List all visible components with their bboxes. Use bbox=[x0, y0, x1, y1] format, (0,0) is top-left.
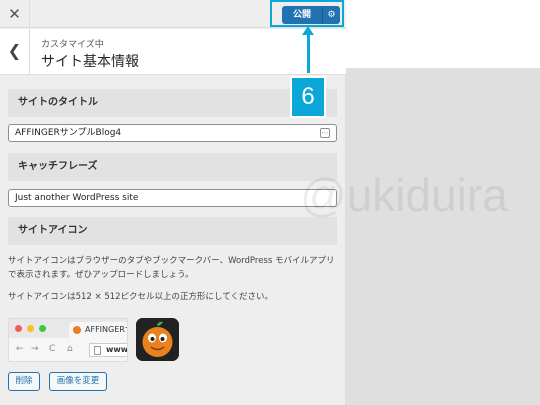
breadcrumb: カスタマイズ中 bbox=[41, 40, 104, 50]
close-icon[interactable]: ✕ bbox=[0, 0, 30, 28]
site-title-input[interactable]: AFFINGERサンプルBlog4 ⋯ bbox=[8, 124, 337, 142]
window-minimize-dot bbox=[27, 325, 34, 332]
watermark: @ukiduira bbox=[300, 169, 508, 221]
section-title: サイト基本情報 bbox=[41, 54, 139, 70]
site-icon-label: サイトアイコン bbox=[8, 217, 337, 245]
annotation-step-badge: 6 bbox=[290, 76, 326, 118]
publish-highlight: 公開 ⚙ bbox=[270, 0, 344, 27]
publish-button[interactable]: 公開 bbox=[282, 6, 322, 24]
change-image-button[interactable]: 画像を変更 bbox=[49, 372, 107, 391]
browser-tab-preview: AFFINGERサ ← → C ⌂ www. bbox=[8, 318, 128, 362]
preview-url: www. bbox=[106, 345, 128, 354]
site-icon-description: サイトアイコンはブラウザーのタブやブックマークバー、WordPress モバイル… bbox=[8, 256, 335, 280]
preview-browser-toolbar: ← → C ⌂ www. bbox=[9, 338, 128, 361]
favicon-icon bbox=[73, 326, 81, 334]
tagline-value: Just another WordPress site bbox=[15, 193, 139, 203]
customizer-panel: ✕ ❮ カスタマイズ中 サイト基本情報 サイトのタイトル AFFINGERサンプ… bbox=[0, 0, 346, 405]
preview-url-bar: www. bbox=[89, 343, 128, 357]
site-title-value: AFFINGERサンプルBlog4 bbox=[15, 128, 122, 138]
site-icon-image bbox=[136, 318, 179, 361]
back-arrow-icon: ← bbox=[16, 344, 24, 354]
home-icon: ⌂ bbox=[67, 344, 73, 354]
forward-arrow-icon: → bbox=[31, 344, 39, 354]
window-close-dot bbox=[15, 325, 22, 332]
tagline-label: キャッチフレーズ bbox=[8, 153, 337, 181]
reload-icon: C bbox=[49, 344, 56, 354]
gear-icon[interactable]: ⚙ bbox=[322, 6, 340, 24]
section-header: ❮ カスタマイズ中 サイト基本情報 bbox=[0, 29, 346, 75]
site-icon-size-note: サイトアイコンは512 × 512ピクセル以上の正方形にしてください。 bbox=[8, 292, 274, 302]
chevron-left-icon[interactable]: ❮ bbox=[0, 29, 30, 75]
window-maximize-dot bbox=[39, 325, 46, 332]
remove-icon-button[interactable]: 削除 bbox=[8, 372, 40, 391]
publish-button-group: 公開 ⚙ bbox=[282, 6, 340, 24]
input-helper-icon[interactable]: ⋯ bbox=[320, 128, 330, 138]
preview-tab-label: AFFINGERサ bbox=[85, 325, 127, 334]
site-title-label: サイトのタイトル bbox=[8, 89, 337, 117]
page-icon bbox=[94, 346, 101, 355]
tagline-input[interactable]: Just another WordPress site bbox=[8, 189, 337, 207]
preview-content-area bbox=[346, 68, 540, 405]
annotation-line bbox=[307, 33, 310, 73]
preview-browser-tab: AFFINGERサ bbox=[69, 322, 127, 338]
